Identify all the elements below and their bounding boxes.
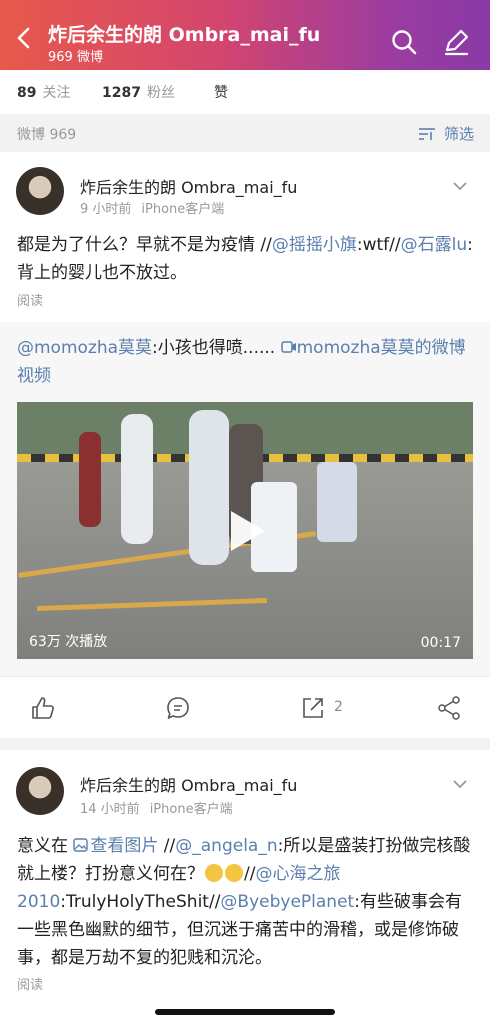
- video-sprayer: [317, 462, 357, 542]
- profile-header: 炸后余生的朗 Ombra_mai_fu 969 微博: [0, 0, 490, 70]
- post-device: iPhone客户端: [149, 802, 233, 817]
- post-card-1: 炸后余生的朗 Ombra_mai_fu 9 小时前 iPhone客户端 都是为了什…: [0, 152, 490, 322]
- post-text-segment: :wtf//: [356, 235, 401, 255]
- mention-link[interactable]: @石露lu: [401, 235, 468, 255]
- post-text-segment: 都是为了什么？早就不是为疫情 //: [17, 235, 272, 255]
- video-child-figure: [79, 432, 101, 527]
- following-count: 89: [17, 85, 37, 101]
- play-icon[interactable]: [227, 509, 267, 553]
- mention-link[interactable]: @_angela_n: [175, 836, 277, 856]
- post-time: 14 小时前: [80, 802, 140, 817]
- back-arrow-icon[interactable]: [14, 26, 34, 50]
- sleepy-emoji-icon: [205, 864, 223, 882]
- read-label: 阅读: [17, 978, 44, 993]
- share-icon[interactable]: [436, 695, 462, 721]
- like-icon[interactable]: [30, 695, 56, 721]
- filter-button[interactable]: 筛选: [418, 123, 474, 144]
- filter-label: 筛选: [443, 125, 474, 143]
- followers-label: 粉丝: [146, 85, 175, 101]
- repost-body: :小孩也得喷......: [152, 338, 276, 358]
- read-label: 阅读: [17, 294, 44, 309]
- post-text: 都是为了什么？早就不是为疫情 //@摇摇小旗:wtf//@石露lu:背上的婴儿也…: [17, 231, 473, 287]
- video-figure: [121, 414, 153, 544]
- profile-title: 炸后余生的朗 Ombra_mai_fu: [48, 24, 321, 46]
- video-figure: [189, 410, 229, 565]
- likes-stat[interactable]: 赞: [214, 82, 228, 102]
- avatar[interactable]: [16, 767, 64, 815]
- likes-label: 赞: [214, 85, 228, 101]
- mention-link[interactable]: @ByebyePlanet: [220, 892, 354, 912]
- filter-icon: [418, 127, 435, 140]
- chevron-down-icon[interactable]: [452, 778, 468, 790]
- repost-text: @momozha莫莫:小孩也得喷...... momozha莫莫的微博视频: [17, 334, 473, 390]
- post-meta: 9 小时前 iPhone客户端: [80, 198, 224, 217]
- edit-pencil-icon[interactable]: [442, 28, 470, 56]
- repost-block[interactable]: @momozha莫莫:小孩也得喷...... momozha莫莫的微博视频 63…: [0, 322, 490, 676]
- post-count-subtitle: 969 微博: [48, 50, 103, 65]
- repost-icon[interactable]: [300, 695, 326, 721]
- repost-count: 2: [334, 699, 343, 715]
- profile-stats: 89 关注 1287 粉丝 赞: [0, 70, 490, 114]
- post-text-segment: :TrulyHolyTheShit//: [60, 892, 221, 912]
- chevron-down-icon[interactable]: [452, 180, 468, 192]
- video-duration: 00:17: [420, 635, 461, 651]
- confused-emoji-icon: [225, 864, 243, 882]
- mention-link[interactable]: @摇摇小旗: [272, 235, 357, 255]
- video-icon: [280, 341, 296, 353]
- post-text-segment: //: [158, 836, 176, 856]
- mention-link[interactable]: @momozha莫莫: [17, 338, 152, 358]
- followers-stat[interactable]: 1287 粉丝: [102, 82, 175, 102]
- filter-bar: 微博 969 筛选: [0, 114, 490, 152]
- avatar[interactable]: [16, 167, 64, 215]
- post-text: 意义在 查看图片 //@_angela_n:所以是盛装打扮做完核酸就上楼？打扮意…: [17, 832, 473, 972]
- post-card-2: 炸后余生的朗 Ombra_mai_fu 14 小时前 iPhone客户端 意义在 …: [0, 750, 490, 1024]
- post-text-segment: 意义在: [17, 836, 74, 856]
- post-username[interactable]: 炸后余生的朗 Ombra_mai_fu: [80, 174, 297, 198]
- image-icon: [73, 838, 89, 852]
- post-action-bar: 2: [0, 676, 490, 738]
- post-meta: 14 小时前 iPhone客户端: [80, 798, 233, 817]
- view-image-label: 查看图片: [90, 836, 159, 856]
- post-time: 9 小时前: [80, 202, 132, 217]
- following-label: 关注: [42, 85, 71, 101]
- video-play-count: 63万 次播放: [29, 634, 108, 650]
- search-icon[interactable]: [390, 28, 418, 56]
- post-device: iPhone客户端: [141, 202, 225, 217]
- followers-count: 1287: [102, 85, 141, 101]
- view-image-link[interactable]: 查看图片: [73, 836, 158, 856]
- post-username[interactable]: 炸后余生的朗 Ombra_mai_fu: [80, 772, 297, 796]
- post-text-segment: //: [244, 864, 256, 884]
- following-stat[interactable]: 89 关注: [17, 82, 70, 102]
- weibo-count-label: 微博 969: [17, 127, 77, 143]
- comment-icon[interactable]: [165, 695, 191, 721]
- home-indicator: [155, 1009, 335, 1015]
- video-player[interactable]: 63万 次播放 00:17: [17, 402, 473, 659]
